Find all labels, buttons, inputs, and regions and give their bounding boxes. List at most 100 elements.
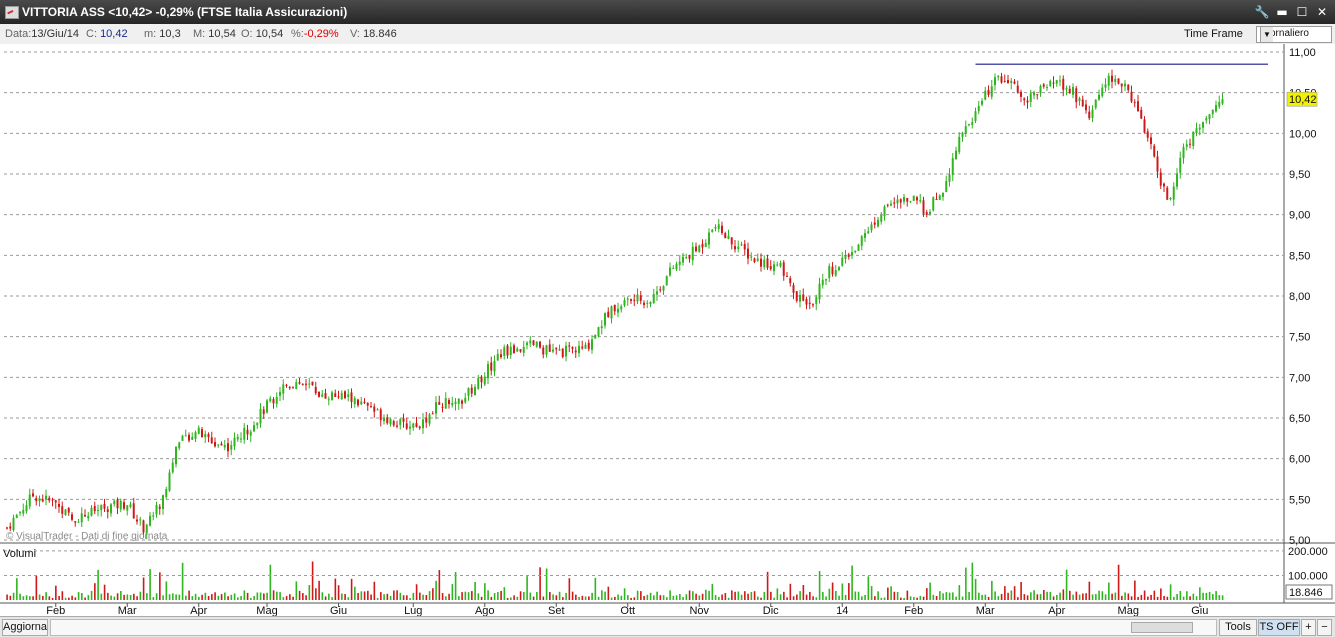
candle-body [100, 504, 103, 511]
candle-body [1075, 88, 1078, 103]
volume-bar [952, 592, 954, 600]
volume-bar [272, 590, 275, 600]
candle-body [896, 199, 899, 204]
candle-body [58, 503, 60, 508]
volume-bar [324, 596, 327, 600]
chevron-down-icon[interactable]: ▼ [1260, 27, 1273, 42]
candle-body [503, 347, 506, 357]
maximize-button[interactable]: ☐ [1293, 3, 1311, 21]
zoom-in-button[interactable]: + [1301, 619, 1316, 636]
candle-body [207, 434, 210, 438]
volume-bar [945, 592, 948, 600]
volume-bar [815, 597, 818, 600]
candle-body [1192, 131, 1195, 147]
candle-body [1198, 127, 1201, 130]
candle-body [1124, 83, 1126, 87]
candle-body [1120, 83, 1123, 87]
candle-body [994, 77, 996, 86]
month-label: Mag [1118, 605, 1139, 616]
volume-bar [1059, 592, 1061, 600]
candle-body [841, 257, 844, 266]
info-percent: %:-0,29% [291, 28, 339, 40]
volume-bar [467, 592, 470, 600]
volume-bar [867, 576, 870, 600]
bottom-toolbar: Aggiorna Tools TS OFF + − [0, 616, 1335, 637]
volume-bar [1147, 596, 1149, 600]
volume-bar [331, 597, 333, 600]
volume-bar [880, 597, 883, 600]
candle-body [727, 235, 730, 239]
volume-bar [1043, 589, 1045, 600]
candle-body [643, 302, 645, 306]
candle-body [1150, 137, 1152, 144]
scrollbar-thumb[interactable] [1131, 622, 1193, 633]
volume-bar [107, 592, 109, 600]
timeframe-label: Time Frame [1184, 28, 1243, 40]
volume-bar [422, 594, 424, 600]
candle-body [945, 181, 948, 192]
timeframe-select[interactable]: Giornaliero ▼ [1256, 26, 1332, 43]
candle-body [438, 402, 441, 405]
candle-body [906, 197, 909, 202]
volume-bar [74, 597, 77, 600]
volume-bar [1098, 590, 1100, 600]
volume-bar [1205, 592, 1208, 600]
volume-bar [744, 591, 746, 600]
candle-body [253, 425, 255, 432]
close-button[interactable]: ✕ [1313, 3, 1331, 21]
volume-bar [1127, 593, 1130, 600]
candle-body [734, 246, 736, 250]
tools-icon[interactable]: 🔧 [1253, 3, 1271, 21]
volume-bar [302, 593, 304, 600]
candle-body [93, 506, 96, 512]
candle-body [448, 400, 450, 405]
volume-bar [997, 596, 1000, 600]
candle-body [925, 212, 928, 215]
candle-body [288, 386, 291, 389]
candle-body [269, 398, 272, 402]
candle-body [1117, 78, 1120, 84]
month-label: Giu [1191, 605, 1208, 616]
tools-button[interactable]: Tools [1219, 619, 1257, 636]
volume-bar [389, 596, 392, 600]
volume-bar [380, 592, 382, 600]
candle-body [321, 394, 324, 397]
candle-body [282, 384, 285, 394]
candle-body [743, 243, 746, 250]
candle-body [834, 270, 837, 276]
candlestick-chart[interactable]: 5,005,506,006,507,007,508,008,509,009,50… [0, 44, 1335, 616]
volume-bar [16, 578, 18, 600]
volume-bar [230, 594, 233, 600]
candle-body [1205, 118, 1208, 121]
ts-off-button[interactable]: TS OFF [1258, 619, 1300, 636]
candle-body [129, 504, 132, 507]
volume-bar [217, 595, 220, 600]
candle-body [529, 340, 532, 344]
volume-bar [175, 594, 177, 600]
minimize-button[interactable]: ▬ [1273, 3, 1291, 21]
volume-bar [425, 595, 428, 600]
horizontal-scrollbar[interactable] [50, 619, 1217, 636]
volume-bar [214, 592, 216, 600]
price-tick-label: 6,50 [1289, 413, 1310, 425]
candle-body [984, 90, 987, 100]
volume-bar [61, 591, 64, 600]
candle-body [305, 383, 307, 385]
candle-body [15, 514, 18, 518]
volume-bar [870, 586, 873, 600]
candle-body [769, 266, 772, 270]
chart-background [0, 44, 1335, 616]
candle-body [633, 299, 636, 301]
volume-bar [334, 578, 337, 600]
candle-body [353, 398, 356, 404]
volume-bar [597, 596, 600, 600]
zoom-out-button[interactable]: − [1317, 619, 1332, 636]
candle-body [574, 350, 577, 353]
volume-bar [750, 591, 753, 600]
aggiorna-button[interactable]: Aggiorna [2, 619, 48, 636]
volume-bar [402, 595, 405, 600]
volume-bar [204, 592, 207, 600]
candle-body [997, 76, 1000, 78]
candle-body [1029, 93, 1032, 102]
volume-bar [539, 567, 541, 600]
